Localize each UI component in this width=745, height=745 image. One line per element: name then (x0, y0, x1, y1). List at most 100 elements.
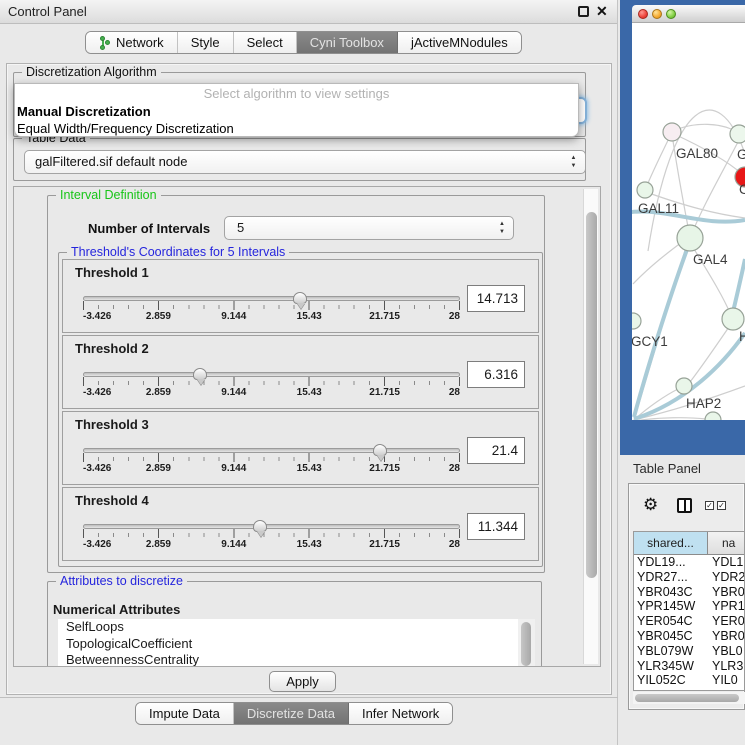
cell-shared-name[interactable]: YER054C (634, 614, 708, 629)
tab-cyni-toolbox[interactable]: Cyni Toolbox (297, 32, 398, 53)
table-row[interactable]: YLR345WYLR3 (634, 659, 744, 674)
table-row[interactable]: YIL052CYIL0 (634, 673, 744, 688)
apply-button[interactable]: Apply (269, 671, 336, 692)
table-row[interactable]: YBR045CYBR0 (634, 629, 744, 644)
tick-label: 2.859 (146, 463, 171, 474)
cell-shared-name[interactable]: YBR045C (634, 629, 708, 644)
network-node[interactable] (637, 182, 653, 198)
attributes-list-scrollbar[interactable] (518, 619, 535, 667)
zoom-traffic-light[interactable] (666, 9, 676, 19)
network-node[interactable] (663, 123, 681, 141)
attribute-list-item[interactable]: BetweennessCentrality (58, 652, 518, 667)
tab-network[interactable]: Network (86, 32, 178, 53)
threshold-label: Threshold 4 (75, 493, 149, 508)
tab-discretize-data[interactable]: Discretize Data (234, 703, 349, 724)
table-row[interactable]: YBL079WYBL0 (634, 644, 744, 659)
float-window-icon[interactable] (578, 6, 589, 17)
attribute-list-item[interactable]: SelfLoops (58, 619, 518, 636)
slider-track[interactable] (83, 372, 460, 377)
cell-name[interactable]: YBR0 (708, 629, 744, 644)
network-node[interactable] (730, 125, 745, 143)
tab-impute-data[interactable]: Impute Data (136, 703, 234, 724)
network-node[interactable] (632, 313, 641, 329)
algorithm-popup-item[interactable]: Equal Width/Frequency Discretization (15, 120, 578, 137)
cell-shared-name[interactable]: YLR345W (634, 659, 708, 674)
threshold-slider[interactable]: -3.4262.8599.14415.4321.71528 (83, 448, 460, 476)
cell-name[interactable]: YDL1 (708, 555, 744, 570)
threshold-slider[interactable]: -3.4262.8599.14415.4321.71528 (83, 296, 460, 324)
column-header-shared-name[interactable]: shared... (634, 532, 708, 554)
split-columns-icon[interactable] (677, 498, 692, 513)
checkbox-checked-icon[interactable]: ✓ (705, 501, 714, 510)
threshold-value-field[interactable]: 21.4 (467, 437, 525, 464)
slider-thumb[interactable] (253, 520, 267, 532)
column-header-name[interactable]: na (708, 532, 744, 554)
close-traffic-light[interactable] (638, 9, 648, 19)
threshold-label: Threshold 2 (75, 341, 149, 356)
cell-shared-name[interactable]: YBR043C (634, 585, 708, 600)
network-node[interactable] (677, 225, 703, 251)
table-data-combobox[interactable]: galFiltered.sif default node ▲▼ (24, 150, 586, 174)
cell-name[interactable]: YDR2 (708, 570, 744, 585)
slider-thumb[interactable] (193, 368, 207, 380)
tab-infer-network[interactable]: Infer Network (349, 703, 452, 724)
table-row[interactable]: YDR27...YDR2 (634, 570, 744, 585)
threshold-value-field[interactable]: 14.713 (467, 285, 525, 312)
tab-style[interactable]: Style (178, 32, 234, 53)
cell-name[interactable]: YER0 (708, 614, 744, 629)
cell-shared-name[interactable]: YBL079W (634, 644, 708, 659)
tab-jactivemnodules[interactable]: jActiveMNodules (398, 32, 521, 53)
slider-thumb[interactable] (293, 292, 307, 304)
table-row[interactable]: YPR145WYPR1 (634, 599, 744, 614)
cell-name[interactable]: YLR3 (708, 659, 744, 674)
slider-track[interactable] (83, 448, 460, 453)
number-of-intervals-spinner[interactable]: 5 ▲▼ (224, 216, 514, 240)
tick-label: 9.144 (221, 463, 246, 474)
numerical-attributes-list[interactable]: SelfLoopsTopologicalCoefficientBetweenne… (58, 619, 518, 667)
thresholds-group-title: Threshold's Coordinates for 5 Intervals (67, 245, 289, 259)
cell-name[interactable]: YBR0 (708, 585, 744, 600)
slider-track[interactable] (83, 524, 460, 529)
cell-name[interactable]: YIL0 (708, 673, 744, 688)
threshold-panel: Threshold 2 -3.4262.8599.14415.4321.71528… (62, 335, 539, 409)
minimize-traffic-light[interactable] (652, 9, 662, 19)
gear-icon[interactable]: ⚙ (643, 496, 658, 513)
algorithm-popup-prompt: Select algorithm to view settings (15, 84, 578, 103)
table-row[interactable]: YBR043CYBR0 (634, 585, 744, 600)
algorithm-popup-item[interactable]: Manual Discretization (15, 103, 578, 120)
network-node[interactable] (676, 378, 692, 394)
table-horizontal-scrollbar[interactable] (633, 692, 745, 704)
tick-label: 2.859 (146, 387, 171, 398)
interval-definition-group-title: Interval Definition (56, 188, 161, 202)
cell-name[interactable]: YBL0 (708, 644, 744, 659)
attribute-list-item[interactable]: TopologicalCoefficient (58, 636, 518, 653)
slider-tick-labels: -3.4262.8599.14415.4321.71528 (83, 387, 460, 400)
cell-shared-name[interactable]: YPR145W (634, 599, 708, 614)
slider-track[interactable] (83, 296, 460, 301)
threshold-value-field[interactable]: 11.344 (467, 513, 525, 540)
tick-label: 21.715 (369, 539, 400, 550)
cell-shared-name[interactable]: YIL052C (634, 673, 708, 688)
tab-select[interactable]: Select (234, 32, 297, 53)
slider-thumb[interactable] (373, 444, 387, 456)
threshold-label: Threshold 1 (75, 265, 149, 280)
threshold-slider[interactable]: -3.4262.8599.14415.4321.71528 (83, 372, 460, 400)
attributes-group-title: Attributes to discretize (56, 574, 187, 588)
close-icon[interactable]: ✕ (596, 3, 608, 20)
tick-label: 9.144 (221, 539, 246, 550)
threshold-slider[interactable]: -3.4262.8599.14415.4321.71528 (83, 524, 460, 552)
checkbox-checked-icon[interactable]: ✓ (717, 501, 726, 510)
table-row[interactable]: YDL19...YDL1 (634, 555, 744, 570)
cell-shared-name[interactable]: YDR27... (634, 570, 708, 585)
settings-vertical-scrollbar[interactable] (583, 189, 598, 664)
slider-major-ticks (83, 453, 460, 462)
cell-shared-name[interactable]: YDL19... (634, 555, 708, 570)
network-node[interactable] (705, 412, 721, 420)
cell-name[interactable]: YPR1 (708, 599, 744, 614)
table-row[interactable]: YER054CYER0 (634, 614, 744, 629)
tick-label: 9.144 (221, 311, 246, 322)
threshold-value-field[interactable]: 6.316 (467, 361, 525, 388)
tick-label: -3.426 (83, 311, 111, 322)
network-canvas[interactable]: GAL80GACGAL11GAL4GCY1HHAP2 (632, 23, 745, 420)
network-node[interactable] (722, 308, 744, 330)
